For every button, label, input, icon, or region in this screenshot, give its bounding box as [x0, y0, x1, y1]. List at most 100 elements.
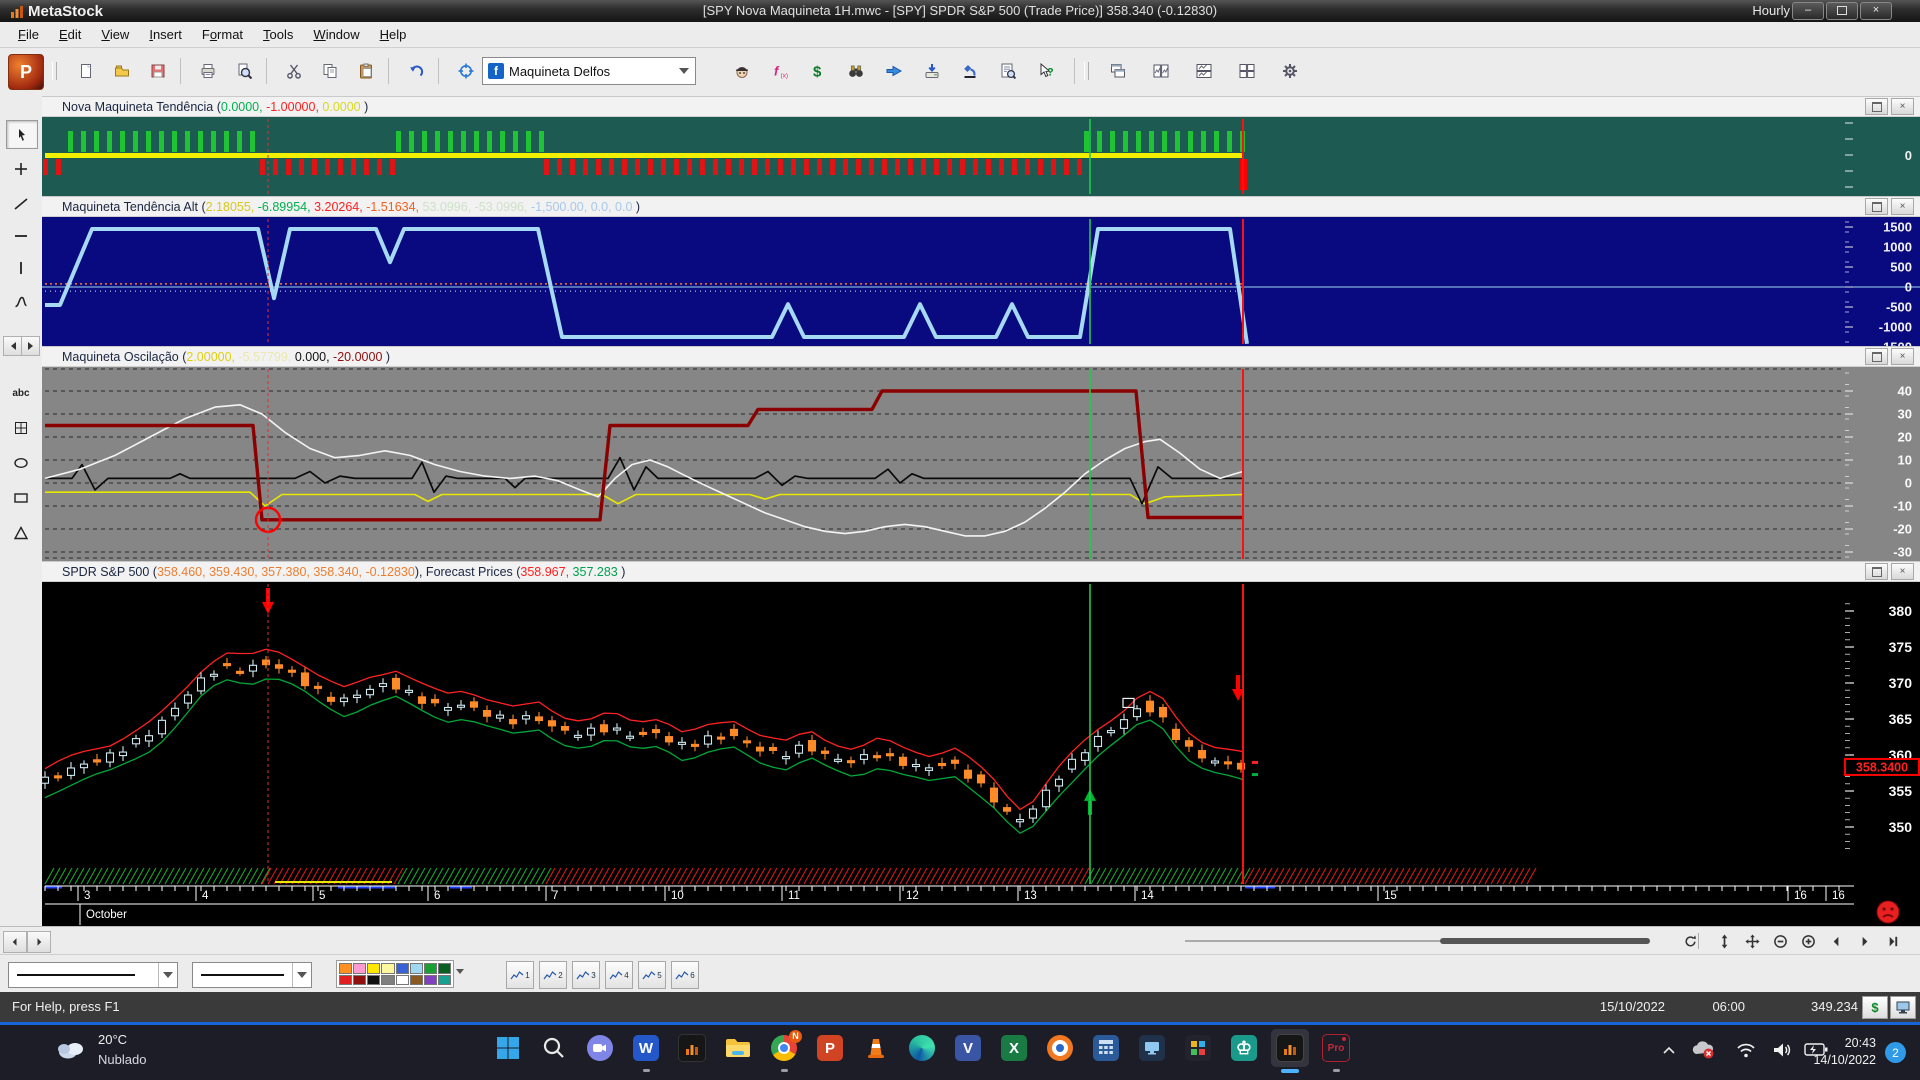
zoom-in-button[interactable] — [1796, 932, 1820, 950]
color-swatch[interactable] — [339, 974, 353, 985]
close-button[interactable]: × — [1860, 2, 1892, 20]
palette-dropdown-arrow[interactable] — [456, 969, 464, 974]
panel-maximize-button[interactable] — [1865, 198, 1888, 215]
chart-template-button-1[interactable]: 1 — [506, 961, 534, 989]
menu-window[interactable]: Window — [303, 24, 369, 45]
color-swatch[interactable] — [409, 974, 423, 985]
chart-template-button-2[interactable]: 2 — [539, 961, 567, 989]
color-swatch[interactable] — [381, 963, 395, 974]
line-style-combo[interactable] — [8, 962, 178, 988]
minimize-button[interactable]: – — [1792, 2, 1824, 20]
menu-edit[interactable]: Edit — [49, 24, 91, 45]
crosshair-target-button[interactable] — [450, 56, 482, 86]
print-preview-button[interactable] — [228, 56, 260, 86]
panel-header-spdr-sp500-price[interactable]: SPDR S&P 500 (358.460, 359.430, 357.380,… — [42, 561, 1920, 582]
taskbar-chat[interactable] — [585, 1033, 615, 1063]
chart-template-button-6[interactable]: 6 — [671, 961, 699, 989]
taskbar-word[interactable]: W — [631, 1033, 661, 1063]
tool-crosshair-plus[interactable] — [6, 155, 36, 182]
layout-combo[interactable]: f Maquineta Delfos — [482, 57, 696, 85]
research-microscope-button[interactable] — [954, 56, 986, 86]
color-swatch[interactable] — [437, 974, 451, 985]
panel-header-maquineta-tendencia-alt[interactable]: Maquineta Tendência Alt (2.18055, -6.899… — [42, 196, 1920, 217]
vertical-size-button[interactable] — [1712, 932, 1736, 950]
taskbar-grid-app[interactable] — [1183, 1033, 1213, 1063]
panel-maximize-button[interactable] — [1865, 348, 1888, 365]
taskbar-vlc[interactable] — [861, 1033, 891, 1063]
zoom-out-button[interactable] — [1768, 932, 1792, 950]
taskbar-start[interactable] — [493, 1033, 523, 1063]
nav-next-button[interactable] — [21, 336, 40, 356]
taskbar-calculator[interactable] — [1091, 1033, 1121, 1063]
color-swatch[interactable] — [381, 974, 395, 985]
chart-template-button-5[interactable]: 5 — [638, 961, 666, 989]
print-button[interactable] — [192, 56, 224, 86]
expert-advisor-button[interactable] — [726, 56, 758, 86]
dollar-button[interactable]: $ — [1862, 996, 1888, 1019]
tool-rectangle[interactable] — [6, 484, 36, 511]
scrollbar-thumb[interactable] — [1440, 938, 1650, 944]
wifi-icon[interactable] — [1736, 1042, 1756, 1058]
nav-prev-button[interactable] — [3, 336, 22, 356]
taskbar-chrome[interactable]: N — [769, 1030, 802, 1063]
menu-file[interactable]: File — [8, 24, 49, 45]
panel-close-button[interactable]: × — [1891, 563, 1914, 580]
color-swatch[interactable] — [367, 974, 381, 985]
panel-close-button[interactable]: × — [1891, 348, 1914, 365]
indicator-builder-button[interactable]: f (x) — [764, 56, 796, 86]
panel-maximize-button[interactable] — [1865, 98, 1888, 115]
taskbar-visio[interactable]: V — [953, 1033, 983, 1063]
tool-trendline[interactable] — [6, 190, 36, 217]
explorer-binoculars-button[interactable] — [840, 56, 872, 86]
taskbar-browser-orange[interactable] — [1045, 1033, 1075, 1063]
cut-button[interactable] — [278, 56, 310, 86]
tool-text[interactable]: abc — [6, 380, 36, 407]
taskbar-powerpoint[interactable]: P — [815, 1033, 845, 1063]
price-data-button[interactable]: $ — [802, 56, 834, 86]
downloader-button[interactable] — [916, 56, 948, 86]
taskbar-monitor-app[interactable] — [1137, 1033, 1167, 1063]
tool-vertical-line[interactable] — [6, 254, 36, 281]
tool-horizontal-line[interactable] — [6, 222, 36, 249]
color-swatch[interactable] — [367, 963, 381, 974]
notification-badge[interactable]: 2 — [1885, 1042, 1906, 1063]
menu-help[interactable]: Help — [370, 24, 417, 45]
tray-chevron-icon[interactable] — [1662, 1045, 1676, 1055]
weather-widget[interactable] — [55, 1038, 87, 1060]
new-button[interactable] — [70, 56, 102, 86]
menu-view[interactable]: View — [91, 24, 139, 45]
panel-maximize-button[interactable] — [1865, 563, 1888, 580]
taskbar-search[interactable] — [539, 1033, 569, 1063]
taskbar-metastock[interactable] — [677, 1033, 707, 1063]
forecaster-arrow-button[interactable] — [878, 56, 910, 86]
monitor-button[interactable] — [1890, 996, 1916, 1019]
cascade-windows-button[interactable] — [1102, 56, 1134, 86]
page-left-button[interactable] — [1824, 932, 1848, 950]
weather-temp[interactable]: 20°C — [98, 1032, 127, 1047]
panel-header-nova-maquineta-tendencia[interactable]: Nova Maquineta Tendência (0.0000, -1.000… — [42, 96, 1920, 117]
taskbar-excel[interactable]: X — [999, 1033, 1029, 1063]
scroll-right-button[interactable] — [27, 931, 51, 953]
menu-tools[interactable]: Tools — [253, 24, 303, 45]
tile-horizontal-button[interactable] — [1188, 56, 1220, 86]
tile-grid-button[interactable] — [1231, 56, 1263, 86]
tool-grid[interactable] — [6, 414, 36, 441]
save-button[interactable] — [142, 56, 174, 86]
report-button[interactable] — [992, 56, 1024, 86]
tile-vertical-button[interactable] — [1145, 56, 1177, 86]
page-right-button[interactable] — [1852, 932, 1876, 950]
tool-regression-curve[interactable] — [6, 288, 36, 315]
workspace-gear-button[interactable] — [1274, 56, 1306, 86]
page-end-button[interactable] — [1880, 932, 1904, 950]
color-swatch[interactable] — [437, 963, 451, 974]
color-swatch[interactable] — [423, 974, 437, 985]
color-palette[interactable] — [336, 960, 454, 988]
color-swatch[interactable] — [423, 963, 437, 974]
pan-button[interactable] — [1740, 932, 1764, 950]
color-swatch[interactable] — [353, 963, 367, 974]
taskbar-explorer-folder[interactable] — [723, 1033, 753, 1063]
tool-ellipse[interactable] — [6, 449, 36, 476]
chart-template-button-4[interactable]: 4 — [605, 961, 633, 989]
scroll-left-button[interactable] — [3, 931, 27, 953]
color-swatch[interactable] — [353, 974, 367, 985]
